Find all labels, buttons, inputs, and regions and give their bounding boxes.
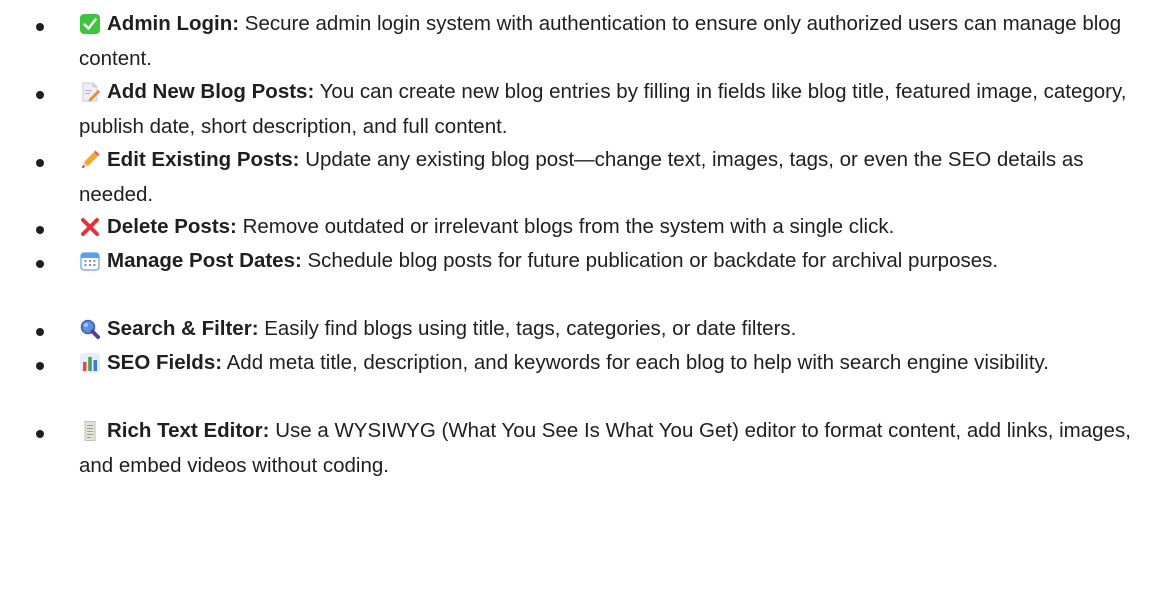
list-item-desc: Schedule blog posts for future publicati…	[301, 249, 999, 272]
list-item-title: Admin Login:	[107, 12, 240, 35]
list-item-title: Delete Posts:	[107, 215, 237, 238]
bullet-dot	[36, 362, 44, 370]
bullet-dot	[36, 226, 44, 234]
list-item-title: SEO Fields:	[107, 351, 223, 374]
bullet-dot	[36, 91, 44, 99]
list-item-text: Delete Posts: Remove outdated or irrelev…	[79, 209, 1143, 244]
list-item-text: SEO Fields: Add meta title, description,…	[79, 345, 1143, 380]
list-item-title: Rich Text Editor:	[107, 419, 270, 442]
bullet-dot	[36, 159, 44, 167]
list-item-text: Add New Blog Posts: You can create new b…	[79, 74, 1143, 144]
list-item-title: Search & Filter:	[107, 317, 259, 340]
list-item-desc: Remove outdated or irrelevant blogs from…	[236, 215, 895, 238]
list-item-text: Manage Post Dates: Schedule blog posts f…	[79, 243, 1143, 278]
bullet-dot	[36, 260, 44, 268]
list-item-title: Add New Blog Posts:	[107, 80, 315, 103]
list-item-title: Manage Post Dates:	[107, 249, 302, 272]
list-item-text: Search & Filter: Easily find blogs using…	[79, 311, 1143, 346]
list-item-title: Edit Existing Posts:	[107, 148, 300, 171]
bullet-dot	[36, 328, 44, 336]
bullet-dot	[36, 430, 44, 438]
list-item-text: Admin Login: Secure admin login system w…	[79, 6, 1143, 76]
list-item-text: Rich Text Editor: Use a WYSIWYG (What Yo…	[79, 413, 1143, 483]
list-item-desc: Add meta title, description, and keyword…	[222, 351, 1049, 374]
bullet-dot	[36, 23, 44, 31]
list-item-text: Edit Existing Posts: Update any existing…	[79, 142, 1143, 212]
list-item-desc: Easily find blogs using title, tags, cat…	[258, 317, 797, 340]
